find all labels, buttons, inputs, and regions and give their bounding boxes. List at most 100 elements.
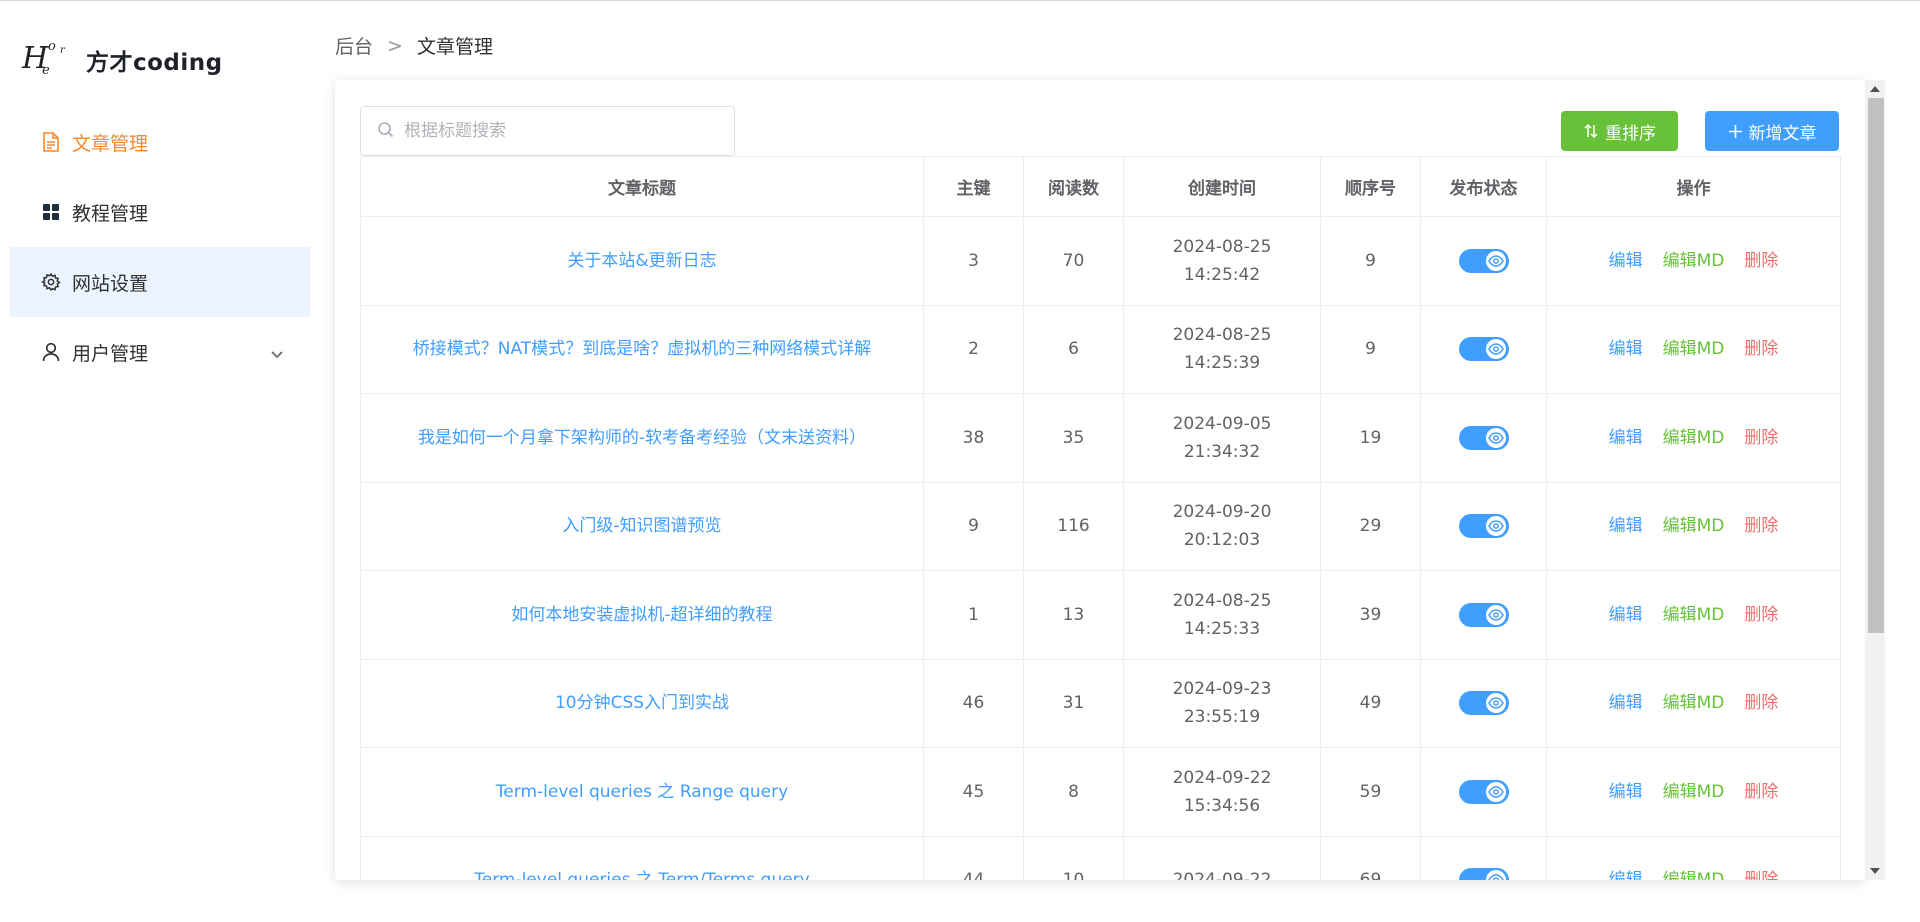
publish-toggle[interactable] [1458, 691, 1509, 716]
publish-toggle[interactable] [1458, 514, 1509, 539]
article-list-card: 重排序 新增文章 文章标题 主键 阅读数 创建时间 顺序号 发布状态 操作 [335, 80, 1865, 880]
article-title-link[interactable]: 我是如何一个月拿下架构师的-软考备考经验（文末送资料） [360, 393, 924, 483]
edit-button[interactable]: 编辑 [1609, 251, 1643, 271]
article-table: 文章标题 主键 阅读数 创建时间 顺序号 发布状态 操作 关于本站&更新日志 3 7… [360, 156, 1841, 880]
edit-md-button[interactable]: 编辑MD [1663, 782, 1725, 802]
article-title-link[interactable]: 桥接模式？NAT模式？到底是啥？虚拟机的三种网络模式详解 [360, 304, 924, 394]
sidebar-item-site-settings[interactable]: 网站设置 [10, 247, 310, 317]
table-row: 10分钟CSS入门到实战 46 31 2024-09-23 23:55:19 49 编辑 编辑… [360, 658, 1841, 748]
reorder-button[interactable]: 重排序 [1561, 111, 1678, 151]
article-reads: 35 [1023, 393, 1124, 483]
publish-toggle[interactable] [1458, 868, 1509, 880]
article-reads: 13 [1023, 570, 1124, 660]
article-created: 2024-09-22 [1123, 835, 1321, 880]
publish-toggle[interactable] [1458, 425, 1509, 450]
search-icon [377, 121, 394, 142]
article-created-date: 2024-09-20 [1172, 502, 1272, 523]
edit-button[interactable]: 编辑 [1609, 516, 1643, 536]
delete-button[interactable]: 删除 [1744, 339, 1778, 359]
edit-button[interactable]: 编辑 [1609, 693, 1643, 713]
logo[interactable]: H o r e 方才coding [20, 35, 223, 85]
article-created-time: 23:55:19 [1183, 707, 1261, 728]
eye-icon [1485, 604, 1506, 625]
breadcrumb-root[interactable]: 后台 [335, 32, 373, 59]
column-header-reads: 阅读数 [1023, 156, 1124, 217]
article-order: 19 [1320, 393, 1421, 483]
eye-icon [1485, 781, 1506, 802]
scroll-down-arrow-icon[interactable] [1870, 868, 1880, 874]
search-input[interactable] [404, 121, 704, 141]
row-actions: 编辑编辑MD 删除 [1546, 747, 1841, 837]
article-id: 1 [923, 570, 1024, 660]
publish-toggle[interactable] [1458, 337, 1509, 362]
eye-icon [1485, 427, 1506, 448]
search-box[interactable] [360, 106, 735, 156]
delete-button[interactable]: 删除 [1744, 251, 1778, 271]
article-id: 46 [923, 658, 1024, 748]
publish-status-cell [1420, 304, 1547, 394]
grid-icon [40, 201, 62, 223]
logo-glyph-r: r [60, 45, 65, 56]
delete-button[interactable]: 删除 [1744, 870, 1778, 880]
publish-toggle[interactable] [1458, 602, 1509, 627]
edit-button[interactable]: 编辑 [1609, 870, 1643, 880]
publish-status-cell [1420, 393, 1547, 483]
delete-button[interactable]: 删除 [1744, 605, 1778, 625]
article-order: 49 [1320, 658, 1421, 748]
edit-button[interactable]: 编辑 [1609, 339, 1643, 359]
article-created-date: 2024-09-22 [1172, 767, 1272, 788]
plus-icon [1728, 124, 1742, 138]
delete-button[interactable]: 删除 [1744, 782, 1778, 802]
add-article-button[interactable]: 新增文章 [1705, 111, 1839, 151]
publish-toggle[interactable] [1458, 779, 1509, 804]
breadcrumb: 后台 > 文章管理 [335, 32, 493, 59]
table-row: Term-level queries 之 Term/Terms query441… [360, 835, 1841, 880]
edit-button[interactable]: 编辑 [1609, 782, 1643, 802]
edit-md-button[interactable]: 编辑MD [1663, 251, 1725, 271]
article-created: 2024-09-23 23:55:19 [1123, 658, 1321, 748]
publish-status-cell [1420, 658, 1547, 748]
edit-button[interactable]: 编辑 [1609, 428, 1643, 448]
document-icon [40, 131, 62, 153]
article-id: 2 [923, 304, 1024, 394]
article-order: 69 [1320, 835, 1421, 880]
article-order: 39 [1320, 570, 1421, 660]
article-id: 38 [923, 393, 1024, 483]
scroll-up-arrow-icon[interactable] [1870, 86, 1880, 92]
article-reads: 31 [1023, 658, 1124, 748]
edit-button[interactable]: 编辑 [1609, 605, 1643, 625]
sidebar-item-users[interactable]: 用户管理 [10, 317, 310, 387]
chevron-down-icon[interactable] [270, 343, 284, 365]
row-actions: 编辑编辑MD 删除 [1546, 658, 1841, 748]
article-created-time: 14:25:42 [1183, 264, 1261, 285]
article-title-link[interactable]: Term-level queries 之 Range query [360, 747, 924, 837]
scrollbar[interactable] [1865, 80, 1885, 880]
article-created: 2024-09-20 20:12:03 [1123, 481, 1321, 571]
delete-button[interactable]: 删除 [1744, 428, 1778, 448]
edit-md-button[interactable]: 编辑MD [1663, 428, 1725, 448]
article-title-link[interactable]: 如何本地安装虚拟机-超详细的教程 [360, 570, 924, 660]
article-id: 3 [923, 216, 1024, 306]
eye-icon [1485, 870, 1506, 880]
sidebar-item-articles[interactable]: 文章管理 [10, 107, 310, 177]
scrollbar-thumb[interactable] [1868, 98, 1884, 633]
gear-icon [40, 271, 62, 293]
publish-toggle[interactable] [1458, 248, 1509, 273]
article-title-link[interactable]: 10分钟CSS入门到实战 [360, 658, 924, 748]
edit-md-button[interactable]: 编辑MD [1663, 605, 1725, 625]
row-actions: 编辑编辑MD 删除 [1546, 304, 1841, 394]
article-order: 59 [1320, 747, 1421, 837]
edit-md-button[interactable]: 编辑MD [1663, 870, 1725, 880]
edit-md-button[interactable]: 编辑MD [1663, 516, 1725, 536]
article-title-link[interactable]: 入门级-知识图谱预览 [360, 481, 924, 571]
breadcrumb-current: 文章管理 [416, 36, 493, 58]
delete-button[interactable]: 删除 [1744, 516, 1778, 536]
sidebar-item-tutorials[interactable]: 教程管理 [10, 177, 310, 247]
edit-md-button[interactable]: 编辑MD [1663, 693, 1725, 713]
article-created-time: 14:25:39 [1183, 353, 1261, 374]
article-title-link[interactable]: 关于本站&更新日志 [360, 216, 924, 306]
sidebar: H o r e 方才coding 文章管理 教程管理 网站设置 用户管理 [0, 1, 320, 922]
edit-md-button[interactable]: 编辑MD [1663, 339, 1725, 359]
article-title-link[interactable]: Term-level queries 之 Term/Terms query [360, 835, 924, 880]
delete-button[interactable]: 删除 [1744, 693, 1778, 713]
